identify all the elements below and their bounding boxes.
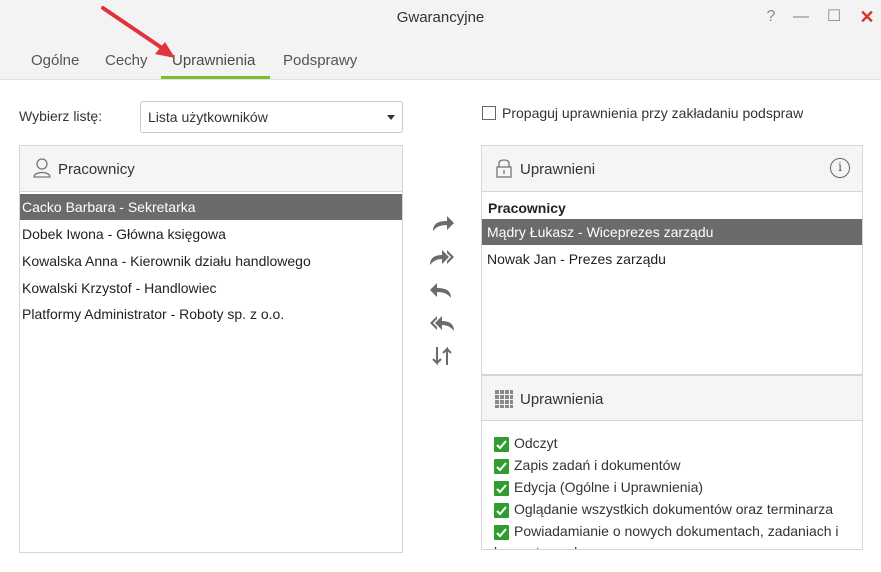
employee-item[interactable]: Kowalski Krzystof - Handlowiec (20, 275, 402, 301)
list-select-label: Wybierz listę: (19, 108, 103, 124)
annotation-arrow (101, 6, 175, 58)
permission-label: Edycja (Ogólne i Uprawnienia) (514, 479, 704, 495)
authorized-panel-title: Uprawnieni (520, 161, 596, 178)
authorized-group-label: Pracownicy (488, 200, 566, 216)
permissions-panel: Uprawnienia Odczyt Zapis zadań i dokumen… (481, 375, 863, 550)
checkbox-checked-icon[interactable] (494, 437, 509, 452)
close-button[interactable]: ✕ (856, 6, 878, 28)
move-right-icon[interactable] (428, 211, 456, 237)
authorized-item[interactable]: Nowak Jan - Prezes zarządu (482, 246, 862, 272)
help-button[interactable]: ? (760, 6, 782, 28)
permission-label-overflow: komentarzach (494, 544, 582, 549)
checkbox-checked-icon[interactable] (494, 503, 509, 518)
employees-panel: Pracownicy Cacko Barbara - Sekretarka Do… (19, 145, 403, 553)
authorized-panel: Uprawnieni i Pracownicy Mądry Łukasz - W… (481, 145, 863, 375)
checkbox-checked-icon[interactable] (494, 525, 509, 540)
minimize-button[interactable]: — (790, 6, 812, 28)
employees-panel-title: Pracownicy (58, 161, 135, 178)
user-icon (33, 158, 51, 178)
info-icon[interactable]: i (830, 158, 850, 178)
authorized-item[interactable]: Mądry Łukasz - Wiceprezes zarządu (482, 219, 862, 245)
propagate-checkbox[interactable] (482, 106, 496, 120)
list-select-value: Lista użytkowników (148, 109, 268, 125)
grid-icon (495, 390, 513, 408)
checkbox-checked-icon[interactable] (494, 481, 509, 496)
propagate-label[interactable]: Propaguj uprawnienia przy zakładaniu pod… (502, 105, 803, 121)
lock-icon (496, 159, 512, 178)
permission-label: Powiadamianie o nowych dokumentach, zada… (514, 523, 839, 539)
permissions-panel-title: Uprawnienia (520, 391, 604, 408)
permissions-panel-header: Uprawnienia (482, 375, 862, 421)
chevron-down-icon (387, 115, 395, 120)
checkbox-checked-icon[interactable] (494, 459, 509, 474)
maximize-button[interactable]: ☐ (823, 6, 845, 28)
employee-item[interactable]: Kowalska Anna - Kierownik działu handlow… (20, 248, 402, 274)
tab-podsprawy[interactable]: Podsprawy (283, 52, 357, 69)
employee-item[interactable]: Dobek Iwona - Główna księgowa (20, 221, 402, 247)
swap-icon[interactable] (428, 343, 456, 369)
employees-panel-header: Pracownicy (20, 146, 402, 192)
move-all-left-icon[interactable] (428, 311, 456, 337)
authorized-panel-header: Uprawnieni i (482, 146, 862, 192)
move-all-right-icon[interactable] (428, 245, 456, 271)
active-tab-indicator (161, 76, 270, 79)
permission-label: Zapis zadań i dokumentów (514, 457, 681, 473)
move-left-icon[interactable] (428, 278, 456, 304)
employee-item[interactable]: Platformy Administrator - Roboty sp. z o… (20, 301, 402, 327)
list-select-dropdown[interactable]: Lista użytkowników (140, 101, 403, 133)
permission-label: Odczyt (514, 435, 558, 451)
tab-ogolne[interactable]: Ogólne (31, 52, 79, 69)
employee-item[interactable]: Cacko Barbara - Sekretarka (20, 194, 402, 220)
permission-label: Oglądanie wszystkich dokumentów oraz ter… (514, 501, 834, 517)
